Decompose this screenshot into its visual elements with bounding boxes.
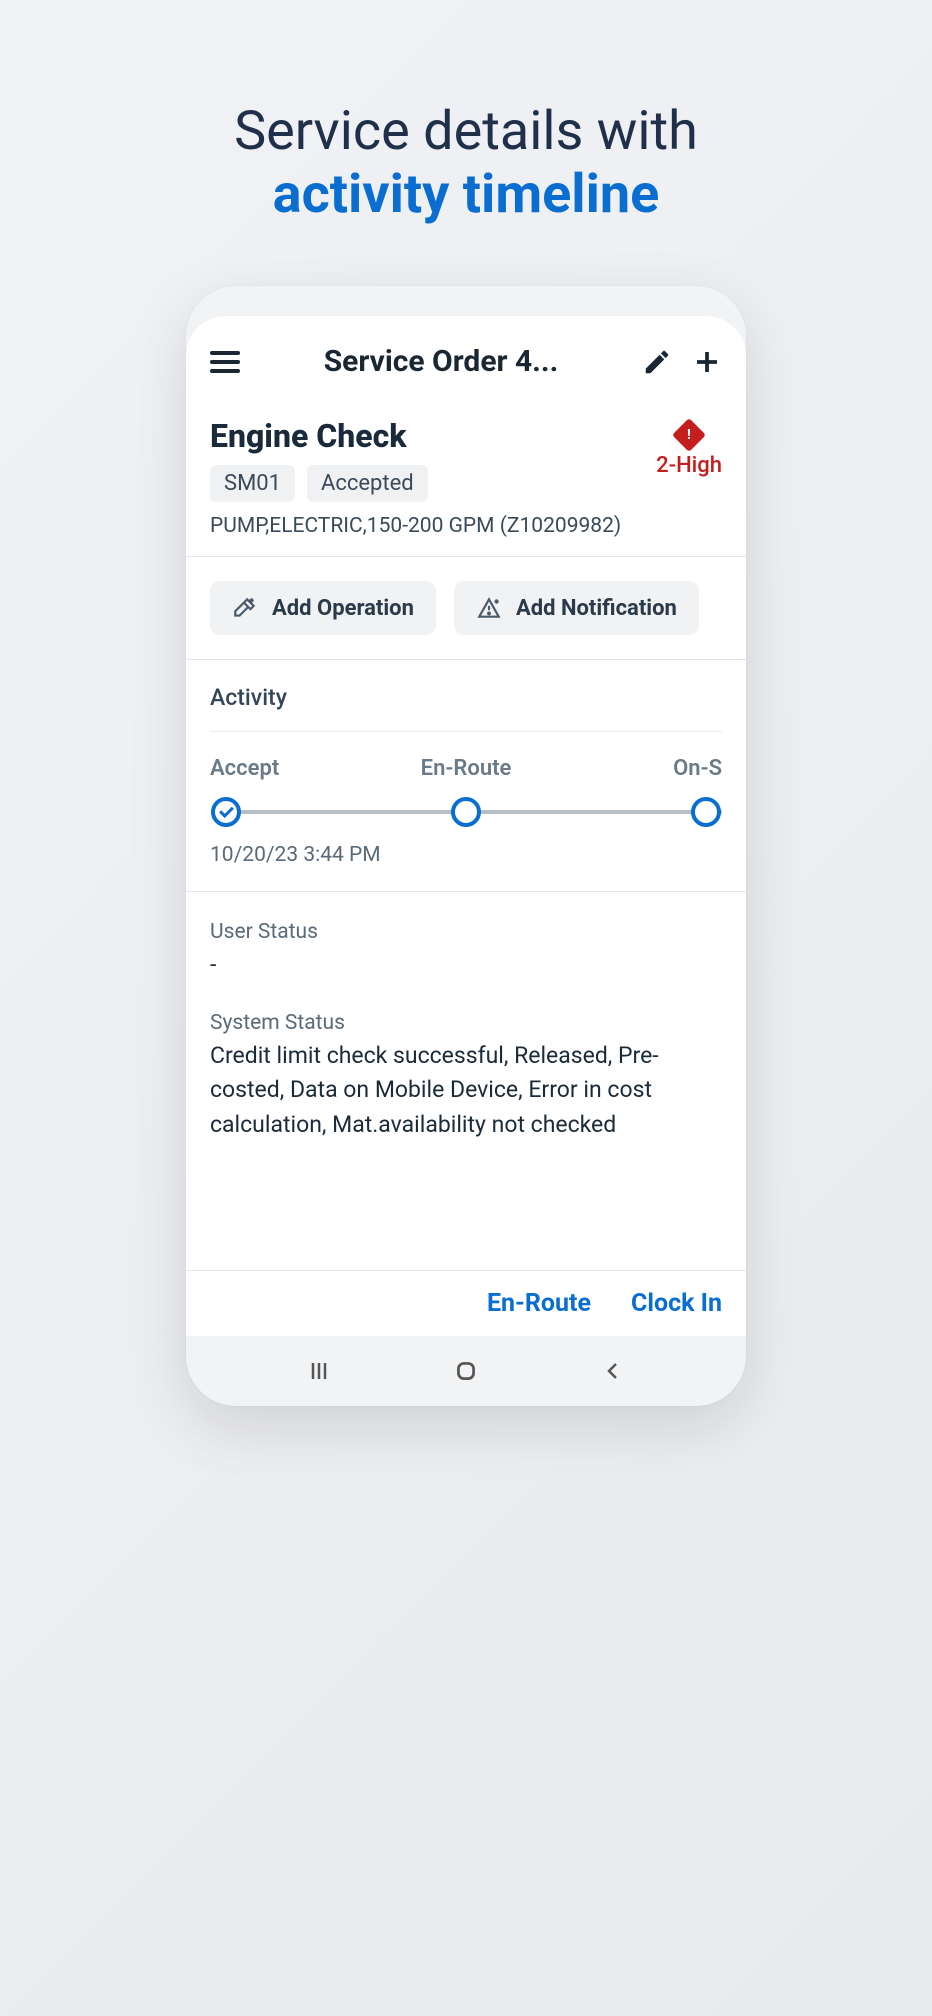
footer-bar: En-Route Clock In [186, 1270, 746, 1336]
add-operation-label: Add Operation [272, 596, 414, 621]
user-status-value: - [210, 948, 722, 983]
priority-icon: ! [672, 418, 706, 452]
step-accept-label: Accept [210, 756, 381, 781]
add-icon[interactable] [692, 347, 722, 377]
nav-home-icon[interactable] [451, 1356, 481, 1386]
app-header: Service Order 4... [186, 316, 746, 401]
equipment-line: PUMP,ELECTRIC,150-200 GPM (Z10209982) [210, 514, 722, 538]
timeline-labels: Accept En-Route On-S [210, 756, 722, 781]
add-notification-label: Add Notification [516, 596, 677, 621]
add-operation-button[interactable]: Add Operation [210, 581, 436, 635]
action-row: Add Operation Add Notification [186, 557, 746, 660]
activity-section: Activity Accept En-Route On-S 10/20/23 3… [186, 660, 746, 892]
en-route-button[interactable]: En-Route [487, 1289, 591, 1318]
phone-screen: Service Order 4... Engine Check SM01 Acc… [186, 316, 746, 1336]
hammer-icon [232, 595, 258, 621]
clock-in-button[interactable]: Clock In [631, 1289, 722, 1318]
nav-back-icon[interactable] [598, 1356, 628, 1386]
phone-nav-bar [186, 1336, 746, 1406]
menu-icon[interactable] [210, 351, 240, 373]
nav-recents-icon[interactable] [304, 1356, 334, 1386]
phone-frame: Service Order 4... Engine Check SM01 Acc… [186, 286, 746, 1406]
promo-line2: activity timeline [234, 163, 698, 226]
priority-label: 2-High [656, 453, 722, 478]
add-notification-button[interactable]: Add Notification [454, 581, 699, 635]
tag-code: SM01 [210, 465, 295, 502]
system-status-value: Credit limit check successful, Released,… [210, 1039, 722, 1143]
promo-line1: Service details with [234, 100, 698, 163]
order-summary: Engine Check SM01 Accepted ! 2-High PUMP… [186, 401, 746, 557]
system-status-label: System Status [210, 1011, 722, 1035]
edit-icon[interactable] [642, 347, 672, 377]
activity-heading: Activity [210, 684, 722, 732]
priority-indicator: ! 2-High [656, 423, 722, 478]
step-enroute-label: En-Route [381, 756, 552, 781]
page-title: Service Order 4... [260, 344, 622, 379]
promo-header: Service details with activity timeline [234, 100, 698, 226]
timeline-node-onsite[interactable] [691, 797, 721, 827]
timeline-node-enroute[interactable] [451, 797, 481, 827]
tag-status: Accepted [307, 465, 428, 502]
timeline-timestamp: 10/20/23 3:44 PM [210, 843, 722, 867]
order-tags: SM01 Accepted [210, 465, 722, 502]
timeline-node-accept[interactable] [211, 797, 241, 827]
user-status-label: User Status [210, 920, 722, 944]
order-title: Engine Check [210, 417, 722, 455]
timeline-track [210, 795, 722, 829]
step-onsite-label: On-S [551, 756, 722, 781]
warning-plus-icon [476, 595, 502, 621]
status-section: User Status - System Status Credit limit… [186, 892, 746, 1270]
